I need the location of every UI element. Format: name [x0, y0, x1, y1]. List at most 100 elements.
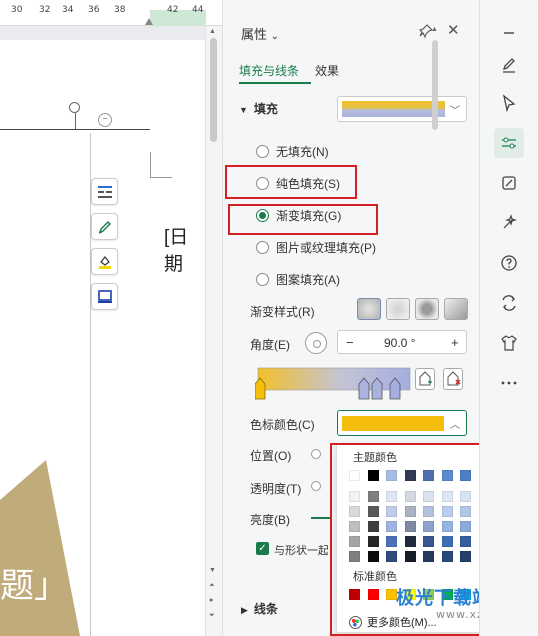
remove-stop-icon [447, 371, 461, 386]
rail-more-options-button[interactable] [494, 368, 524, 398]
triangle-right-icon: ▶ [241, 605, 248, 615]
fill-style-button[interactable] [91, 248, 118, 275]
rail-image-style-button[interactable] [494, 168, 524, 198]
rail-more-button[interactable] [494, 18, 524, 48]
remove-gradient-stop-button[interactable] [443, 368, 463, 390]
fill-preview-swatch [342, 101, 445, 117]
page-dot-icon[interactable]: ● [209, 597, 213, 604]
radio-picture-fill[interactable]: 图片或纹理填充(P) [256, 239, 376, 256]
scroll-thumb[interactable] [210, 38, 217, 142]
scroll-up-icon[interactable]: ▲ [209, 28, 216, 35]
page-up-icon[interactable]: ⏶ [209, 582, 215, 590]
date-placeholder-text[interactable]: [日期 [164, 222, 205, 276]
collapse-icon[interactable]: − [98, 113, 112, 127]
text-wrap-icon [97, 185, 112, 198]
gradient-bar[interactable] [255, 364, 413, 400]
ruler-tick: 44 [192, 5, 204, 15]
angle-increment-button[interactable]: + [451, 335, 459, 350]
pen-icon [98, 220, 111, 234]
rail-properties-button[interactable] [494, 128, 524, 158]
selected-shape-edge[interactable] [0, 129, 150, 130]
panel-title[interactable]: 属性 ⌄ [241, 24, 279, 43]
scroll-up-icon[interactable]: ▲ [431, 26, 438, 33]
gradient-style-radial[interactable] [386, 298, 410, 320]
rail-clothing-button[interactable] [494, 328, 524, 358]
floating-shape-toolbar [91, 178, 121, 318]
paint-bucket-icon [98, 255, 111, 269]
fill-preview-dropdown[interactable]: ﹀ [337, 96, 467, 122]
ruler-tick: 42 [167, 5, 179, 15]
rail-select-button[interactable] [494, 88, 524, 118]
title-placeholder-text[interactable]: 题」 [0, 558, 68, 607]
rotate-handle[interactable] [69, 102, 80, 113]
brightness-label: 亮度(B) [250, 513, 290, 527]
rail-help-button[interactable] [494, 248, 524, 278]
radio-button[interactable] [256, 273, 269, 286]
close-icon[interactable]: ✕ [447, 21, 460, 39]
rail-edit-button[interactable] [494, 50, 524, 80]
angle-decrement-button[interactable]: − [346, 335, 354, 350]
angle-dial[interactable] [305, 332, 327, 354]
image-style-icon [502, 176, 516, 190]
radio-button[interactable] [256, 145, 269, 158]
gradient-style-path[interactable] [444, 298, 468, 320]
position-label: 位置(O) [250, 449, 292, 463]
page-down-icon[interactable]: ⏷ [209, 612, 215, 620]
chevron-up-icon: ︿ [450, 420, 460, 431]
minus-icon [504, 32, 514, 34]
stop-color-label: 色标颜色(C) [250, 418, 315, 432]
document-scrollbar[interactable]: ▲ ▼ ⏶ ● ⏷ [205, 26, 222, 636]
angle-stepper[interactable]: − 90.0 ° + [337, 330, 467, 354]
document-area: 30 32 34 36 38 42 44 − [日期 题」 ▲ ▼ ⏶ ● ⏷ [0, 0, 222, 636]
help-icon [501, 255, 517, 271]
position-slider-thumb[interactable] [311, 449, 321, 459]
angle-label: 角度(E) [250, 338, 290, 352]
rotate-connector [75, 113, 76, 129]
line-section-header[interactable]: ▶ 线条 [241, 600, 278, 617]
margin-corner-mark [150, 152, 172, 178]
ruler-tick: 34 [62, 5, 74, 15]
fill-section-header[interactable]: ▼ 填充 [239, 100, 278, 117]
panel-scroll-thumb[interactable] [432, 40, 438, 130]
active-tab-indicator [239, 82, 311, 84]
transparency-slider-thumb[interactable] [311, 481, 321, 491]
sliders-icon [502, 137, 516, 149]
rotate-with-shape-checkbox[interactable]: ✓ [256, 542, 269, 555]
more-dots-icon [501, 381, 517, 385]
stop-color-dropdown[interactable]: ︿ [337, 410, 467, 436]
radio-button[interactable] [256, 241, 269, 254]
outline-style-button[interactable] [91, 213, 118, 240]
shape-effects-button[interactable] [91, 283, 118, 310]
radio-pattern-fill[interactable]: 图案填充(A) [256, 271, 340, 288]
radio-no-fill[interactable]: 无填充(N) [256, 143, 329, 160]
horizontal-ruler: 30 32 34 36 38 42 44 [0, 0, 222, 26]
chevron-down-icon[interactable]: ⌄ [271, 31, 279, 42]
monitor-icon [97, 289, 112, 303]
gradient-style-label: 渐变样式(R) [250, 305, 315, 319]
ruler-tick: 32 [39, 5, 51, 15]
pencil-icon [502, 58, 515, 73]
tab-fill-and-line[interactable]: 填充与线条 [239, 62, 299, 79]
sparkle-icon [503, 214, 517, 229]
chevron-down-icon: ﹀ [450, 106, 460, 117]
cursor-icon [502, 94, 516, 112]
translate-icon [502, 295, 516, 311]
stop-color-swatch [342, 416, 444, 431]
tab-effects[interactable]: 效果 [315, 62, 339, 79]
brightness-slider[interactable] [311, 517, 331, 519]
scroll-down-icon[interactable]: ▼ [209, 567, 216, 574]
rail-ai-button[interactable] [494, 208, 524, 238]
rail-translate-button[interactable] [494, 288, 524, 318]
gradient-style-linear[interactable] [357, 298, 381, 320]
triangle-down-icon: ▼ [239, 105, 248, 115]
ruler-tick: 36 [88, 5, 100, 15]
transparency-label: 透明度(T) [250, 482, 302, 496]
layout-options-button[interactable] [91, 178, 118, 205]
ruler-indent-marker[interactable] [145, 18, 153, 25]
angle-value-input[interactable]: 90.0 ° [384, 336, 416, 350]
right-tool-rail [479, 0, 538, 636]
ruler-tick: 38 [114, 5, 126, 15]
ruler-tick: 30 [11, 5, 23, 15]
decorative-triangle [0, 460, 80, 636]
highlight-box-solid [225, 165, 357, 199]
